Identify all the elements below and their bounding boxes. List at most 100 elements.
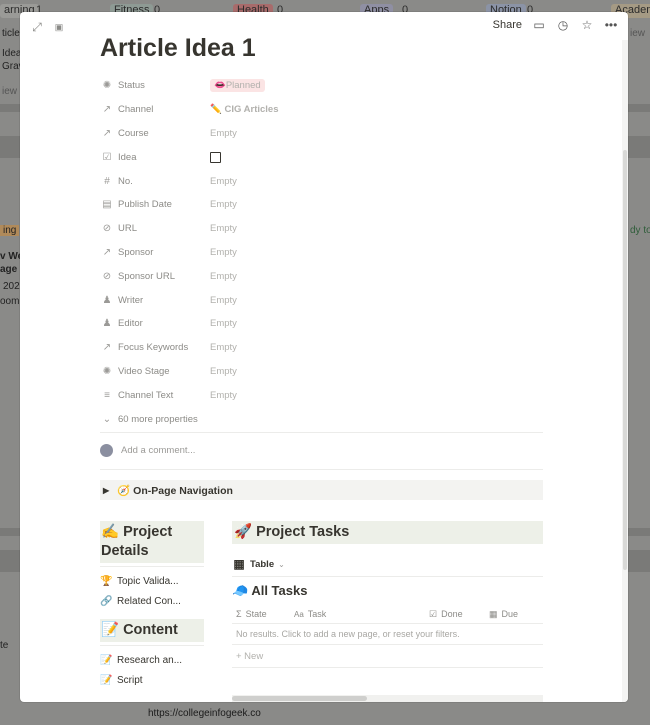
divider [100,566,204,567]
property-name: Channel Text [118,389,174,401]
property-row-sponsor-url[interactable]: ⊘ Sponsor URL Empty [100,264,540,288]
comment-placeholder: Add a comment... [121,445,196,456]
property-value[interactable]: Empty [210,176,237,187]
property-row-publish-date[interactable]: ▤ Publish Date Empty [100,193,540,217]
new-row-label: + New [236,650,264,662]
page-link-related-content[interactable]: 🔗 Related Con... [100,591,204,611]
peek-mode-icon[interactable]: ▣ [52,20,66,34]
table-icon: ▦ [233,557,245,571]
checkbox-icon: ☑ [429,608,438,619]
relation-arrow-icon: ↗ [102,342,112,354]
table-header: Σ State Aa Task ☑ Done ▦ Due [232,605,543,624]
comment-icon[interactable]: ▭ [532,18,546,32]
vertical-scrollbar-thumb[interactable] [623,150,627,570]
page-link-script[interactable]: 📝 Script [100,670,204,690]
board-card-text: Idea [2,48,22,59]
comment-input[interactable]: Add a comment... [100,444,195,457]
property-name: Status [118,80,145,92]
column-header-done[interactable]: ☑ Done [429,609,489,620]
trophy-icon: 🏆 [100,575,113,587]
property-row-course[interactable]: ↗ Course Empty [100,122,540,146]
property-row-editor[interactable]: ♟ Editor Empty [100,312,540,336]
property-row-focus-keywords[interactable]: ↗ Focus Keywords Empty [100,336,540,360]
property-value[interactable]: Empty [210,223,237,234]
board-card-text: te [0,640,9,651]
page-title[interactable]: Article Idea 1 [100,34,256,63]
property-name: Video Stage [118,365,170,377]
divider [100,469,543,470]
database-title[interactable]: 🧢 All Tasks [232,583,543,599]
link-icon: 🔗 [100,595,113,607]
channel-relation[interactable]: ✏️ CIG Articles [210,104,279,115]
number-icon: # [104,175,110,187]
column-header-state[interactable]: Σ State [232,609,294,619]
property-row-channel[interactable]: ↗ Channel ✏️ CIG Articles [100,98,540,122]
property-value[interactable]: Empty [210,128,237,139]
divider [100,645,204,646]
property-row-writer[interactable]: ♟ Writer Empty [100,288,540,312]
property-value[interactable]: Empty [210,295,237,306]
more-properties-button[interactable]: ⌄ 60 more properties [100,407,540,431]
share-button[interactable]: Share [493,19,522,31]
project-tasks-heading: 🚀 Project Tasks [232,521,543,544]
property-name: Publish Date [118,199,172,211]
horizontal-scrollbar[interactable] [232,695,543,702]
toggle-triangle-icon[interactable]: ▶ [103,486,109,495]
column-label: Done [441,609,463,619]
property-name: Idea [118,151,137,163]
formula-icon: Σ [236,609,242,619]
page-link-label: Related Con... [117,595,181,607]
status-icon: ✺ [102,365,112,377]
column-header-due[interactable]: ▦ Due [489,609,518,620]
toggle-label: 🧭 On-Page Navigation [117,484,233,497]
divider [100,432,543,433]
property-row-number[interactable]: # No. Empty [100,169,540,193]
chevron-down-icon: ⌄ [278,559,285,569]
content-heading: 📝 Content [100,619,204,642]
property-value[interactable]: Empty [210,342,237,353]
property-value[interactable]: Empty [210,390,237,401]
property-row-video-stage[interactable]: ✺ Video Stage Empty [100,360,540,384]
vertical-scrollbar[interactable] [622,40,628,702]
on-page-navigation-toggle[interactable]: ▶ 🧭 On-Page Navigation [100,480,543,500]
link-icon: ⊘ [102,270,112,282]
board-card-tag: ing [0,225,20,236]
new-row-button[interactable]: + New [232,645,543,668]
title-icon: Aa [294,609,304,619]
memo-icon: 📝 [100,654,113,666]
page-link-research[interactable]: 📝 Research an... [100,650,204,670]
property-row-sponsor[interactable]: ↗ Sponsor Empty [100,241,540,265]
property-value[interactable]: Empty [210,247,237,258]
board-card-text: iew [630,28,646,39]
person-icon: ♟ [102,318,112,330]
property-value[interactable]: Empty [210,366,237,377]
project-details-heading: ✍️ Project Details [100,521,204,563]
status-tag[interactable]: 👄Planned [210,79,265,93]
property-row-idea[interactable]: ☑ Idea [100,145,540,169]
relation-arrow-icon: ↗ [102,246,112,258]
page-link-label: Research an... [117,654,183,666]
property-row-status[interactable]: ✺ Status 👄Planned [100,74,540,98]
history-icon[interactable]: ◷ [556,18,570,32]
column-header-task[interactable]: Aa Task [294,609,429,619]
property-value[interactable]: Empty [210,199,237,210]
memo-icon: 📝 [100,674,113,686]
horizontal-scrollbar-thumb[interactable] [232,696,367,701]
idea-checkbox[interactable] [210,151,221,163]
property-name: Focus Keywords [118,342,189,354]
page-link-label: Script [117,674,143,686]
link-icon: ⊘ [102,223,112,235]
view-switcher[interactable]: ▦ Table ⌄ [232,554,543,574]
chevron-down-icon: ⌄ [102,413,112,425]
page-link-label: Topic Valida... [117,575,179,587]
property-value[interactable]: Empty [210,271,237,282]
property-value[interactable]: Empty [210,318,237,329]
property-row-channel-text[interactable]: ≡ Channel Text Empty [100,383,540,407]
property-row-url[interactable]: ⊘ URL Empty [100,217,540,241]
favorite-star-icon[interactable]: ☆ [580,18,594,32]
board-card-text: iew [2,86,18,97]
expand-icon[interactable]: ⤢ [30,20,44,34]
page-link-topic-validation[interactable]: 🏆 Topic Valida... [100,571,204,591]
more-icon[interactable]: ••• [604,18,618,32]
empty-state-message[interactable]: No results. Click to add a new page, or … [232,624,543,645]
